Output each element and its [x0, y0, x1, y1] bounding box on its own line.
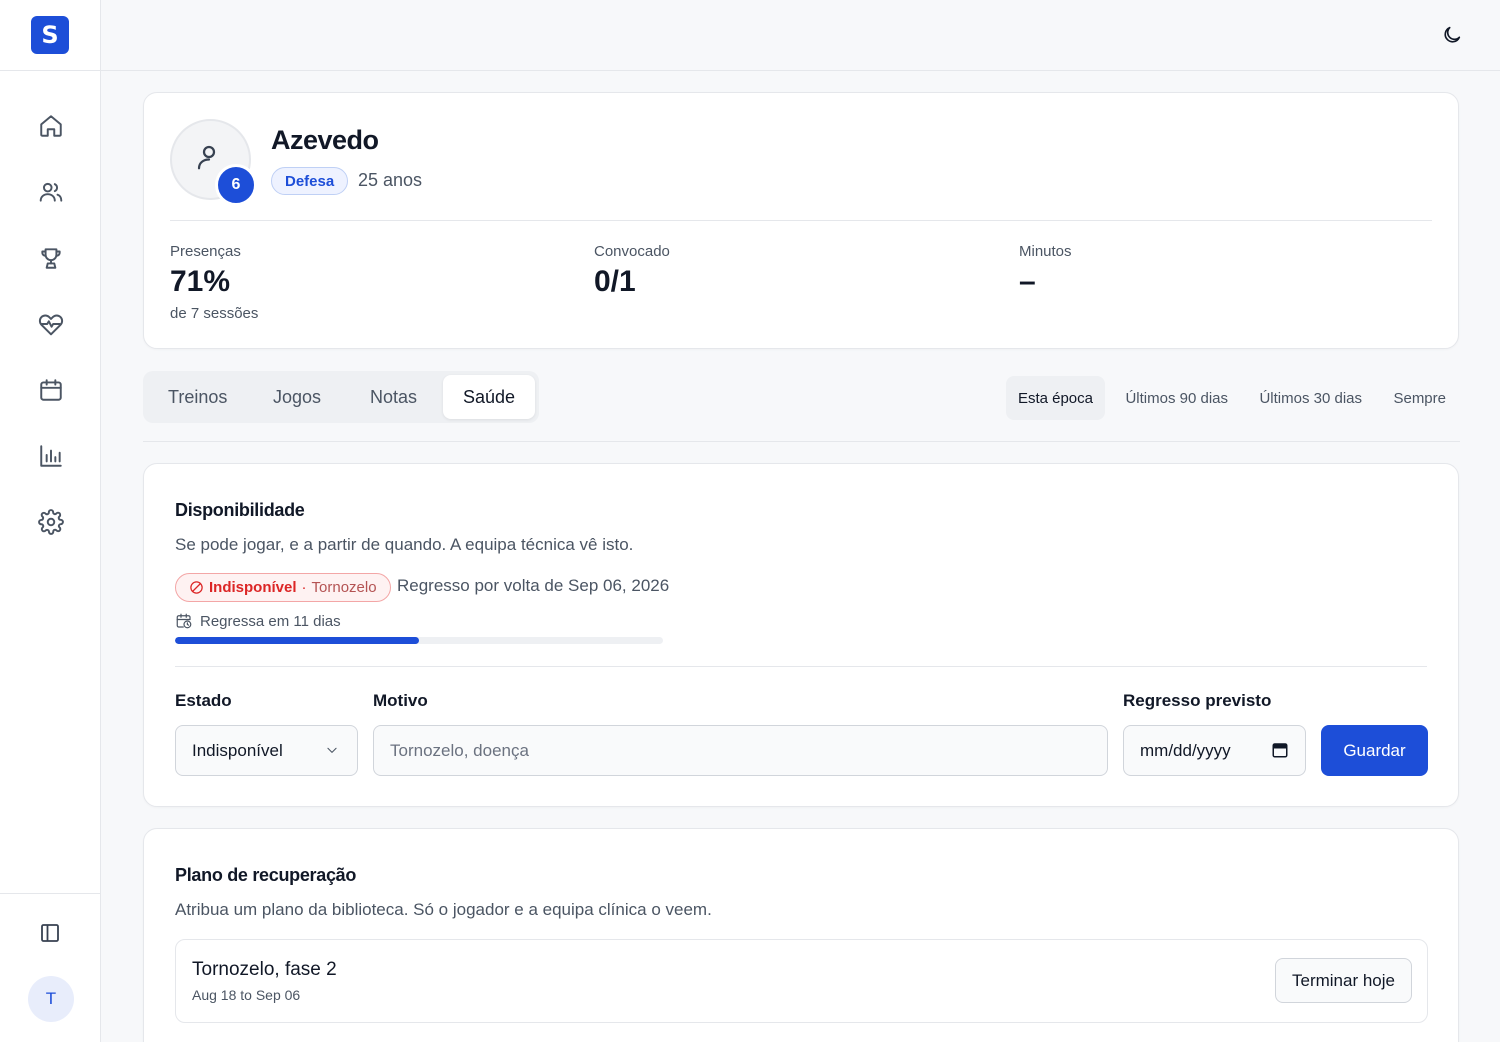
- gear-icon: [37, 509, 64, 535]
- plan-name: Tornozelo, fase 2: [192, 959, 337, 980]
- status-separator: ·: [301, 579, 307, 596]
- sidebar-item-players[interactable]: [0, 159, 101, 225]
- users-icon: [39, 182, 62, 202]
- shirt-number-badge: 6: [215, 164, 257, 206]
- availability-title: Disponibilidade: [175, 500, 305, 520]
- moon-icon: [1444, 26, 1461, 43]
- top-bar: [101, 0, 1500, 71]
- collapse-sidebar-button[interactable]: [38, 921, 62, 945]
- range-all-time[interactable]: Sempre: [1393, 376, 1446, 420]
- bar-chart-icon: [39, 445, 62, 467]
- sidebar-item-settings[interactable]: [0, 489, 101, 555]
- user-avatar[interactable]: T: [28, 976, 74, 1022]
- stat-subtext: de 7 sessões: [170, 305, 259, 322]
- section-tabs: Treinos Jogos Notas Saúde: [143, 371, 539, 423]
- sidebar-item-health[interactable]: [0, 291, 101, 357]
- sidebar-item-calendar[interactable]: [0, 357, 101, 423]
- divider: [170, 220, 1432, 221]
- availability-card: Disponibilidade Se pode jogar, e a parti…: [143, 463, 1459, 807]
- expected-return-text: Regresso por volta de Sep 06, 2026: [397, 576, 670, 595]
- range-last-30-days[interactable]: Últimos 30 dias: [1259, 376, 1362, 420]
- end-today-button[interactable]: Terminar hoje: [1275, 958, 1412, 1003]
- heart-pulse-icon: [38, 314, 63, 336]
- state-select-value: Indisponível: [192, 740, 283, 760]
- stat-value: 71%: [170, 265, 231, 298]
- date-placeholder: mm/dd/yyyy: [1140, 740, 1231, 760]
- sidebar-item-stats[interactable]: [0, 423, 101, 489]
- return-countdown: Regressa em 11 dias: [175, 612, 341, 630]
- state-label: Estado: [175, 691, 232, 710]
- sidebar-footer: T: [0, 893, 100, 1042]
- status-badge: Indisponível · Tornozelo: [175, 573, 391, 602]
- home-icon: [39, 115, 62, 137]
- status-value: Indisponível: [209, 579, 297, 596]
- recovery-title: Plano de recuperação: [175, 865, 357, 885]
- tab-saude[interactable]: Saúde: [443, 375, 536, 419]
- save-button[interactable]: Guardar: [1321, 725, 1428, 776]
- trophy-icon: [40, 248, 61, 269]
- return-date-label: Regresso previsto: [1123, 691, 1272, 710]
- stat-attendance: Presenças 71% de 7 sessões: [170, 243, 258, 322]
- tab-notas[interactable]: Notas: [370, 375, 417, 419]
- countdown-text: Regressa em 11 dias: [200, 612, 341, 630]
- player-age: 25 anos: [358, 170, 423, 190]
- status-detail: Tornozelo: [311, 579, 377, 596]
- logo-area: S: [0, 0, 100, 71]
- reason-input[interactable]: Tornozelo, doença: [373, 725, 1108, 776]
- recovery-plan-item: Tornozelo, fase 2 Aug 18 to Sep 06 Termi…: [175, 939, 1428, 1023]
- sidebar-item-competitions[interactable]: [0, 225, 101, 291]
- stat-label: Presenças: [170, 243, 241, 260]
- ban-icon: [190, 581, 203, 594]
- player-name: Azevedo: [271, 125, 379, 155]
- availability-description: Se pode jogar, e a partir de quando. A e…: [175, 535, 634, 554]
- user-icon: [197, 145, 215, 169]
- calendar-icon: [39, 379, 62, 401]
- progress-fill: [175, 637, 419, 644]
- stat-label: Minutos: [1019, 243, 1072, 260]
- divider: [143, 441, 1460, 442]
- sidebar-nav: [0, 71, 100, 555]
- stat-value: 0/1: [594, 265, 636, 298]
- stat-value: –: [1019, 265, 1036, 298]
- tab-jogos[interactable]: Jogos: [273, 375, 321, 419]
- return-date-input[interactable]: mm/dd/yyyy: [1123, 725, 1306, 776]
- reason-label: Motivo: [373, 691, 428, 710]
- divider: [175, 666, 1427, 667]
- stat-called-up: Convocado 0/1: [594, 243, 670, 299]
- sidebar-toggle-icon: [41, 924, 59, 942]
- recovery-progress-bar: [175, 637, 663, 644]
- recovery-description: Atribua um plano da biblioteca. Só o jog…: [175, 900, 712, 919]
- sidebar-item-home[interactable]: [0, 93, 101, 159]
- calendar-icon[interactable]: [1271, 741, 1289, 759]
- range-this-season[interactable]: Esta época: [1005, 376, 1105, 420]
- plan-dates: Aug 18 to Sep 06: [192, 987, 301, 1003]
- reason-placeholder: Tornozelo, doença: [390, 740, 529, 760]
- player-profile-card: 6 Azevedo Defesa 25 anos Presenças 71% d…: [143, 92, 1459, 349]
- stat-minutes: Minutos –: [1019, 243, 1072, 299]
- chevron-down-icon: [327, 747, 337, 753]
- theme-toggle-button[interactable]: [1441, 24, 1463, 46]
- tab-treinos[interactable]: Treinos: [168, 375, 227, 419]
- stat-label: Convocado: [594, 243, 670, 260]
- position-badge: Defesa: [271, 167, 349, 195]
- state-select[interactable]: Indisponível: [175, 725, 358, 776]
- sidebar: S T: [0, 0, 101, 1042]
- calendar-clock-icon: [176, 613, 192, 629]
- recovery-plan-card: Plano de recuperação Atribua um plano da…: [143, 828, 1459, 1042]
- range-last-90-days[interactable]: Últimos 90 dias: [1125, 376, 1228, 420]
- app-logo[interactable]: S: [31, 16, 69, 54]
